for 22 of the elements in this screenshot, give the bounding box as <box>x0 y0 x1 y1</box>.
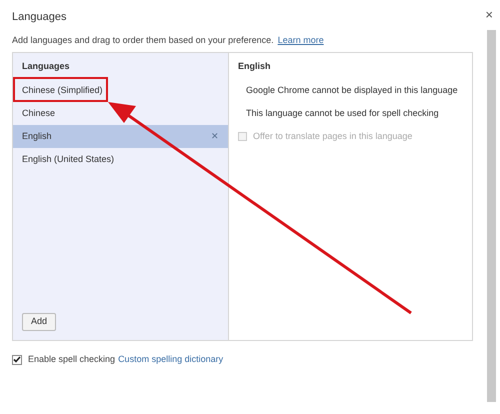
details-heading: English <box>238 60 272 74</box>
language-label: English (United States) <box>22 152 114 166</box>
scrollbar[interactable] <box>487 30 496 402</box>
language-item[interactable]: Chinese (Simplified) <box>13 79 228 102</box>
add-button[interactable]: Add <box>22 313 56 331</box>
details-text: Google Chrome cannot be displayed in this language <box>245 84 459 97</box>
language-label: English <box>22 130 52 143</box>
spell-check-label: Enable spell checking <box>28 353 116 366</box>
translate-label: Offer to translate pages in this language <box>253 130 412 143</box>
language-label: Chinese <box>22 106 56 120</box>
language-item[interactable]: English (United States) <box>13 148 228 171</box>
window-title: Languages <box>12 10 66 25</box>
description-text: Add languages and drag to order them based on your preference. <box>12 34 274 48</box>
details-text: This language cannot be used for spell checking <box>245 106 440 120</box>
learn-more-link[interactable]: Learn more <box>278 34 324 48</box>
language-item[interactable]: Chinese <box>13 102 228 125</box>
custom-dictionary-link[interactable]: Custom spelling dictionary <box>118 353 224 366</box>
list-heading: Languages <box>21 60 71 74</box>
language-label: Chinese (Simplified) <box>22 84 103 97</box>
close-button[interactable]: × <box>485 8 493 21</box>
language-item[interactable]: English ✕ <box>13 125 228 148</box>
spell-check-checkbox[interactable] <box>12 354 22 365</box>
